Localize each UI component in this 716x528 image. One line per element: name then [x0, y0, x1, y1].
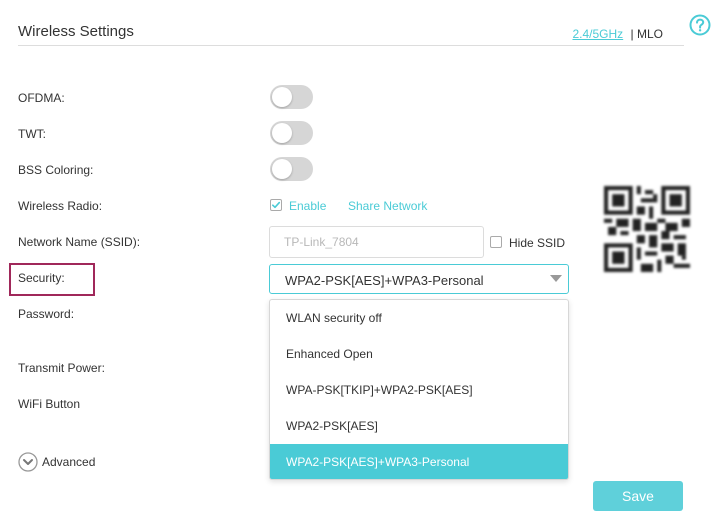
band-switch: 2.4/5GHz | MLO [572, 27, 663, 41]
hide-ssid-label: Hide SSID [509, 236, 566, 250]
wireless-radio-label: Wireless Radio: [18, 199, 103, 213]
qr-code-icon [604, 186, 690, 272]
band-separator: | [630, 27, 634, 41]
security-select-value: WPA2-PSK[AES]+WPA3-Personal [285, 273, 484, 288]
twt-label: TWT: [18, 127, 46, 141]
twt-toggle[interactable] [270, 121, 313, 145]
ofdma-label: OFDMA: [18, 91, 65, 105]
security-option-wpa2-wpa3[interactable]: WPA2-PSK[AES]+WPA3-Personal [270, 444, 568, 479]
ofdma-toggle[interactable] [270, 85, 313, 109]
password-label: Password: [18, 307, 75, 321]
header: Wireless Settings 2.4/5GHz | MLO [18, 0, 684, 46]
toggle-knob [272, 159, 292, 179]
checkmark-icon [272, 201, 281, 209]
hide-ssid-checkbox[interactable] [490, 236, 502, 248]
toggle-knob [272, 87, 292, 107]
security-option-wpa-wpa2[interactable]: WPA-PSK[TKIP]+WPA2-PSK[AES] [270, 372, 568, 408]
caret-down-icon [550, 275, 562, 282]
security-dropdown: WLAN security off Enhanced Open WPA-PSK[… [269, 299, 569, 480]
security-option-enhanced-open[interactable]: Enhanced Open [270, 336, 568, 372]
wifi-button-label: WiFi Button [18, 397, 81, 411]
ssid-input[interactable] [269, 226, 484, 258]
share-network-link[interactable]: Share Network [348, 199, 427, 213]
save-button[interactable]: Save [593, 481, 683, 511]
band-mlo-label: MLO [636, 27, 663, 41]
bss-coloring-toggle[interactable] [270, 157, 313, 181]
transmit-power-label: Transmit Power: [18, 361, 105, 375]
ssid-label: Network Name (SSID): [18, 235, 141, 249]
advanced-toggle[interactable]: Advanced [42, 455, 95, 469]
question-circle-icon[interactable] [689, 14, 711, 36]
bss-coloring-label: BSS Coloring: [18, 163, 94, 177]
security-option-wpa2[interactable]: WPA2-PSK[AES] [270, 408, 568, 444]
toggle-knob [272, 123, 292, 143]
band-link-2-4-5ghz[interactable]: 2.4/5GHz [572, 27, 623, 41]
chevron-down-circle-icon[interactable] [18, 452, 38, 472]
enable-checkbox[interactable] [270, 199, 282, 211]
page-title: Wireless Settings [18, 23, 134, 40]
enable-label: Enable [289, 199, 327, 213]
security-option-wlan-off[interactable]: WLAN security off [270, 300, 568, 336]
security-label: Security: [18, 271, 65, 285]
security-select[interactable]: WPA2-PSK[AES]+WPA3-Personal [269, 264, 569, 294]
